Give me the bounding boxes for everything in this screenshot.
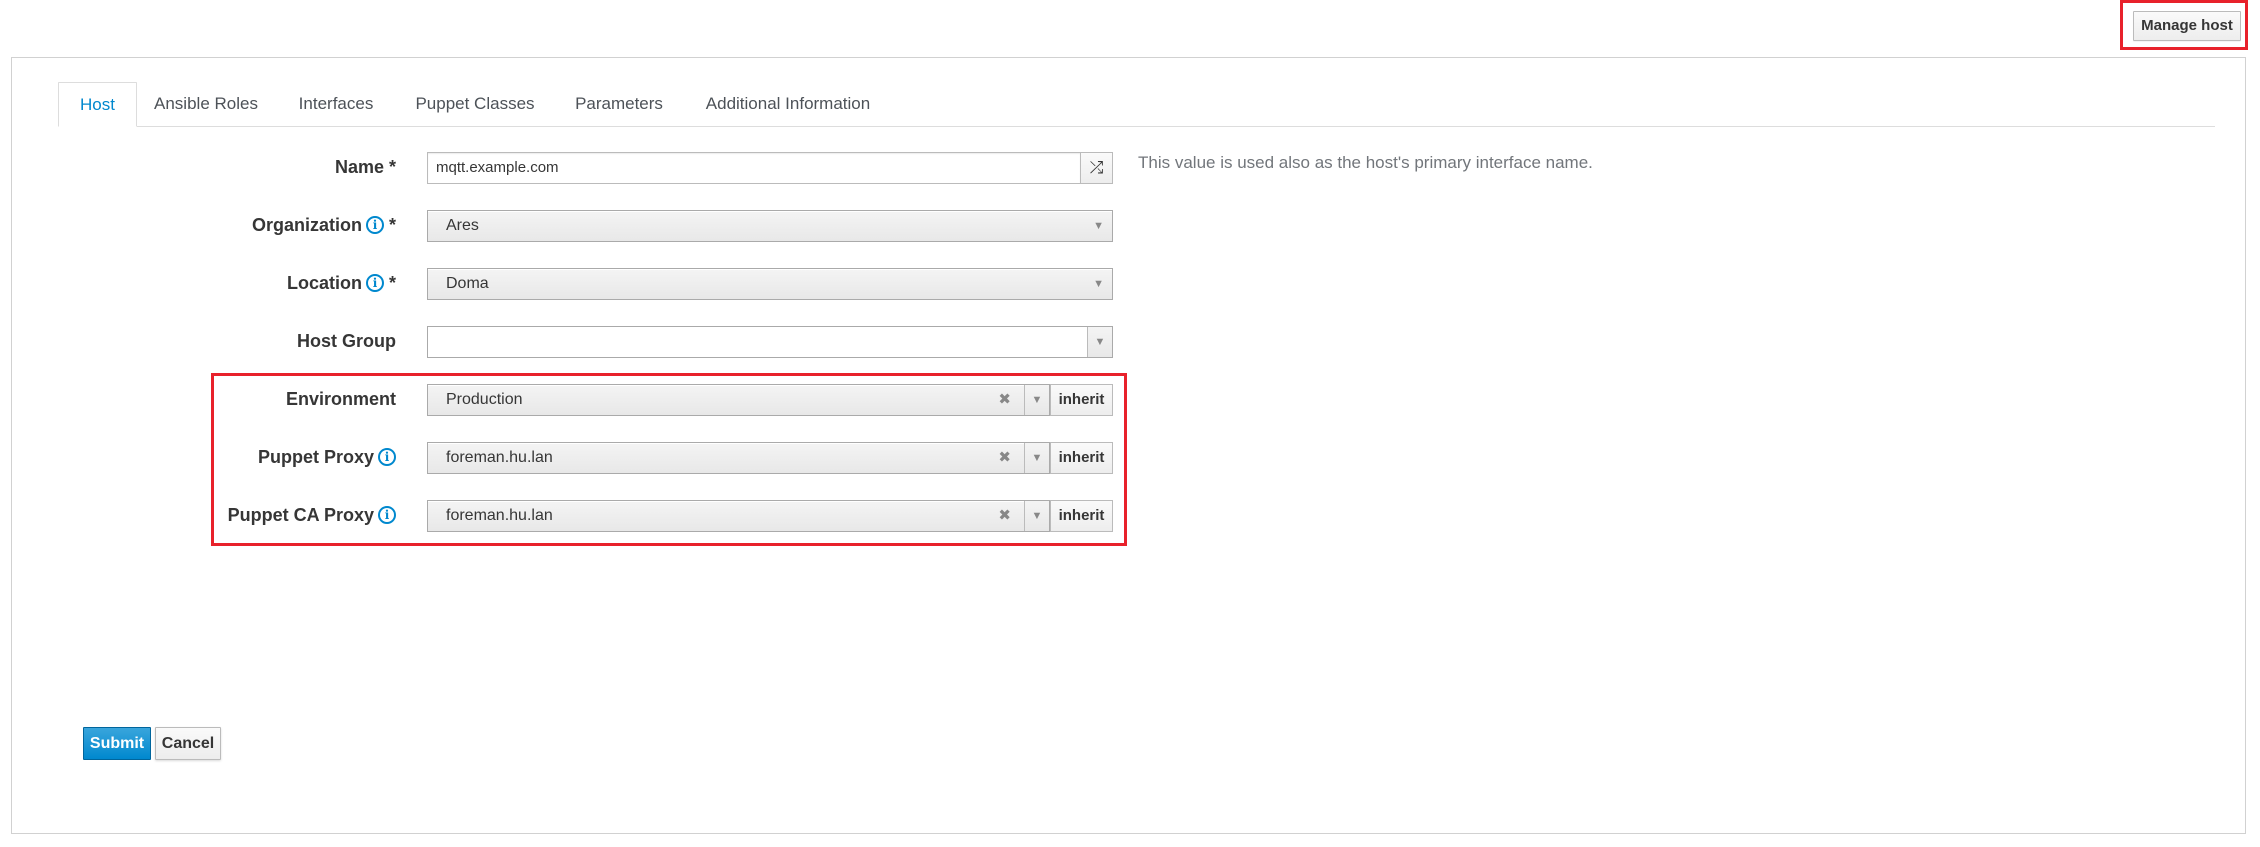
shuffle-icon[interactable]: ⤮ xyxy=(1080,152,1113,184)
chevron-down-icon: ▼ xyxy=(1087,327,1112,357)
environment-label: Environment xyxy=(285,389,396,409)
organization-label: Organization i * xyxy=(251,215,396,235)
host-group-select[interactable]: ▼ xyxy=(427,326,1113,358)
chevron-down-icon: ▼ xyxy=(1093,220,1104,232)
info-icon[interactable]: i xyxy=(365,274,384,292)
name-label: Name * xyxy=(334,157,396,177)
chevron-down-icon: ▼ xyxy=(1024,443,1049,473)
puppet-proxy-label: Puppet Proxy i xyxy=(200,444,396,470)
organization-select[interactable]: Ares ▼ xyxy=(427,210,1113,242)
tab-host[interactable]: Host xyxy=(58,82,137,127)
name-input[interactable]: mqtt.example.com xyxy=(427,152,1080,184)
info-icon[interactable]: i xyxy=(378,448,396,466)
clear-icon[interactable]: ✖ xyxy=(998,385,1011,415)
info-icon[interactable]: i xyxy=(378,506,396,524)
puppet-proxy-inherit-button[interactable]: inherit xyxy=(1050,442,1113,474)
tab-additional-information[interactable]: Additional Information xyxy=(692,82,884,127)
puppet-proxy-select[interactable]: foreman.hu.lan ✖ ▼ xyxy=(427,442,1050,474)
name-help-text: This value is used also as the host's pr… xyxy=(1138,153,1593,172)
chevron-down-icon: ▼ xyxy=(1024,385,1049,415)
manage-host-button[interactable]: Manage host xyxy=(2133,11,2241,41)
puppet-ca-proxy-inherit-button[interactable]: inherit xyxy=(1050,500,1113,532)
chevron-down-icon: ▼ xyxy=(1024,501,1049,531)
puppet-ca-proxy-label: Puppet CA Proxy i xyxy=(200,502,396,528)
info-icon[interactable]: i xyxy=(365,216,384,234)
clear-icon[interactable]: ✖ xyxy=(998,443,1011,473)
tab-puppet-classes[interactable]: Puppet Classes xyxy=(404,82,546,127)
host-group-label: Host Group xyxy=(297,331,396,351)
puppet-ca-proxy-select[interactable]: foreman.hu.lan ✖ ▼ xyxy=(427,500,1050,532)
tab-interfaces[interactable]: Interfaces xyxy=(288,82,384,127)
tab-parameters[interactable]: Parameters xyxy=(566,82,672,127)
tab-ansible-roles[interactable]: Ansible Roles xyxy=(143,82,269,127)
environment-inherit-button[interactable]: inherit xyxy=(1050,384,1113,416)
cancel-button[interactable]: Cancel xyxy=(155,727,221,760)
environment-select[interactable]: Production ✖ ▼ xyxy=(427,384,1050,416)
location-label: Location i * xyxy=(286,273,396,293)
location-select[interactable]: Doma ▼ xyxy=(427,268,1113,300)
chevron-down-icon: ▼ xyxy=(1093,278,1104,290)
submit-button[interactable]: Submit xyxy=(83,727,151,760)
clear-icon[interactable]: ✖ xyxy=(998,501,1011,531)
